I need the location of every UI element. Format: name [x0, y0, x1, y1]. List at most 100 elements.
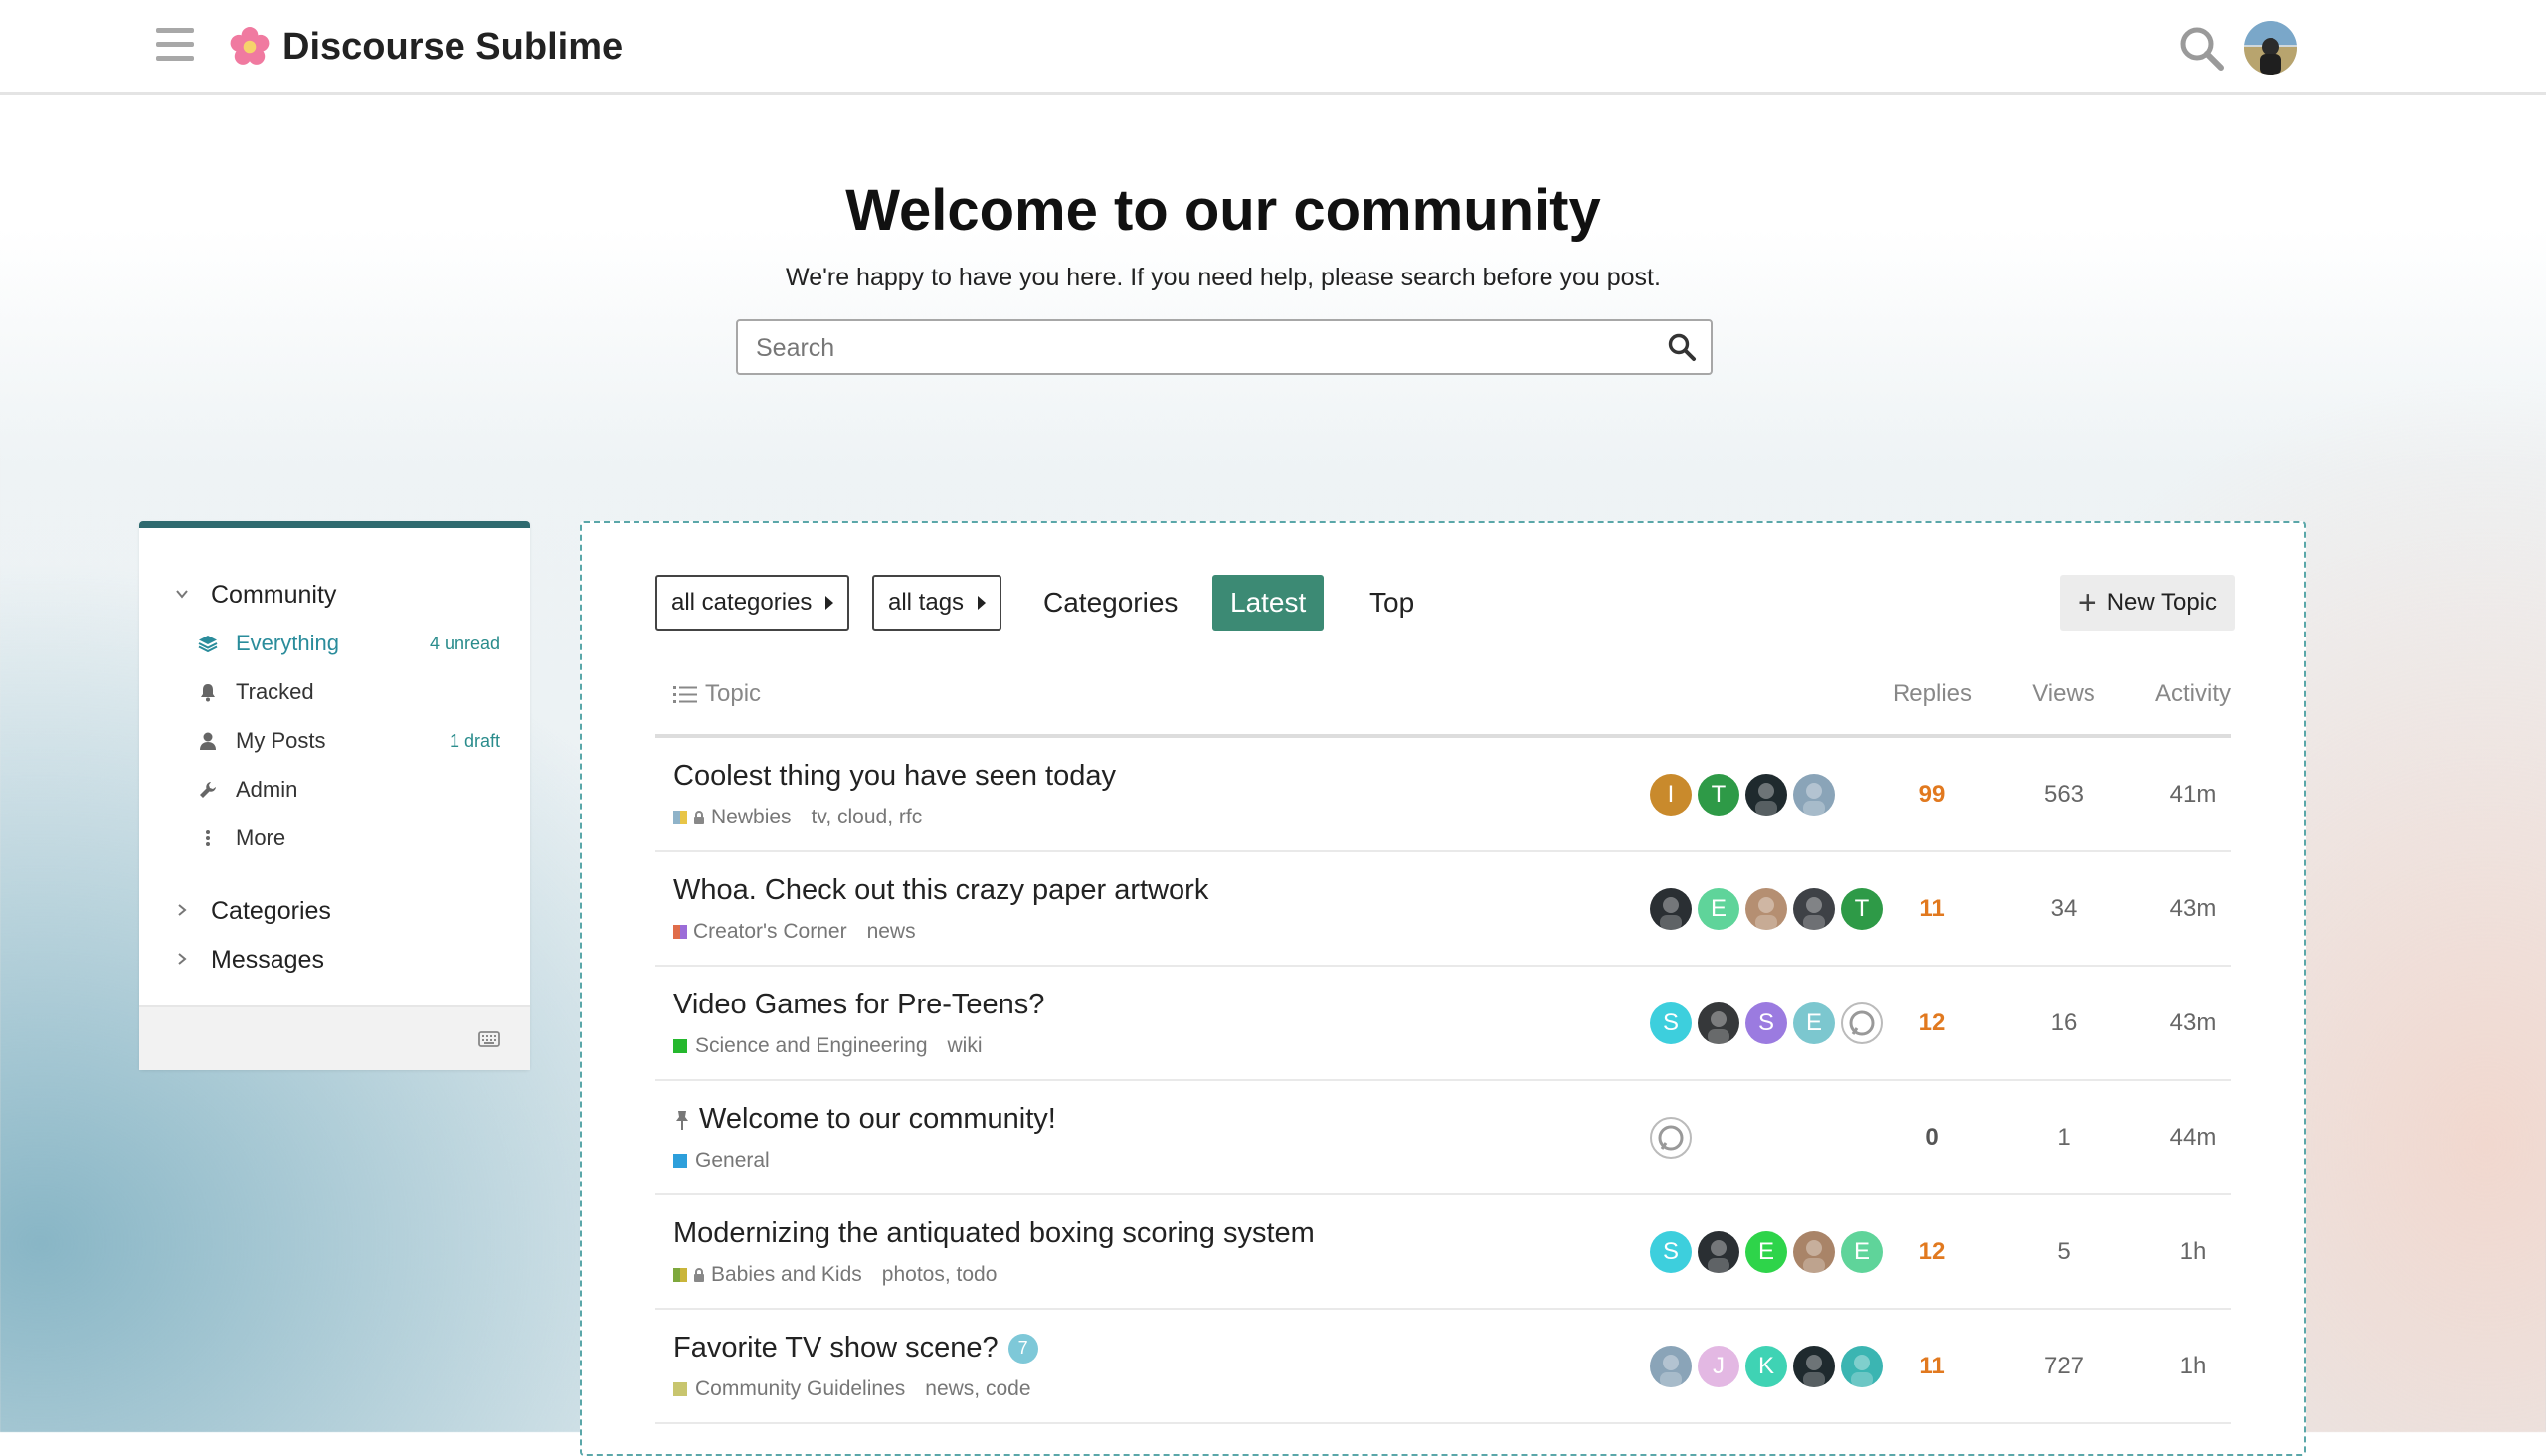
sidebar-section-messages[interactable]: Messages — [139, 938, 530, 982]
poster-avatar[interactable]: J — [1698, 1346, 1739, 1387]
poster-avatar[interactable] — [1793, 1346, 1835, 1387]
tag[interactable]: wiki — [948, 1034, 983, 1057]
new-topic-button[interactable]: + New Topic — [2059, 575, 2235, 631]
tag[interactable]: todo — [957, 1263, 998, 1286]
activity-time[interactable]: 43m — [2123, 967, 2263, 1079]
poster-avatar[interactable]: K — [1745, 1346, 1787, 1387]
tab-categories[interactable]: Categories — [1025, 575, 1195, 631]
poster-avatars: SSE — [1650, 1002, 1889, 1046]
reply-count: 11 — [1919, 1352, 1945, 1379]
site-logo[interactable]: Discourse Sublime — [229, 22, 623, 72]
poster-avatar[interactable] — [1650, 1117, 1692, 1159]
poster-avatar[interactable] — [1841, 1346, 1883, 1387]
poster-avatar[interactable] — [1698, 1002, 1739, 1044]
poster-avatar[interactable] — [1793, 888, 1835, 930]
activity-time[interactable]: 41m — [2123, 738, 2263, 850]
sidebar-item-my-posts[interactable]: My Posts 1 draft — [139, 719, 530, 763]
list-icon — [673, 686, 697, 703]
category-name: Science and Engineering — [695, 1034, 928, 1057]
poster-avatar[interactable]: E — [1841, 1231, 1883, 1273]
tag[interactable]: tv — [812, 806, 826, 828]
category-badge[interactable]: Community Guidelines — [673, 1377, 905, 1401]
unread-count: 4 unread — [429, 633, 500, 653]
poster-avatar[interactable]: S — [1650, 1231, 1692, 1273]
poster-avatars: JK — [1650, 1346, 1889, 1389]
category-badge[interactable]: General — [673, 1149, 770, 1173]
poster-avatar[interactable] — [1841, 1002, 1883, 1044]
tag[interactable]: code — [986, 1377, 1031, 1400]
poster-avatar[interactable]: E — [1745, 1231, 1787, 1273]
hamburger-menu-icon[interactable] — [156, 28, 194, 62]
topic-title-link[interactable]: Whoa. Check out this crazy paper artwork — [673, 874, 1208, 907]
sidebar-item-more[interactable]: More — [139, 817, 530, 860]
column-header-activity[interactable]: Activity — [2123, 674, 2263, 714]
topic-title-link[interactable]: Favorite TV show scene? 7 — [673, 1332, 1038, 1365]
activity-time[interactable]: 43m — [2123, 852, 2263, 965]
category-dropdown[interactable]: all categories — [655, 575, 850, 631]
poster-avatars: IT — [1650, 774, 1841, 818]
activity-time[interactable]: 1h — [2123, 1195, 2263, 1308]
topic-title: Welcome to our community! — [699, 1103, 1056, 1135]
tag-list: news — [867, 920, 916, 944]
topic-title-link[interactable]: Modernizing the antiquated boxing scorin… — [673, 1217, 1315, 1250]
poster-avatar[interactable]: S — [1650, 1002, 1692, 1044]
poster-avatar[interactable] — [1745, 888, 1787, 930]
topic-row: Modernizing the antiquated boxing scorin… — [655, 1195, 2231, 1310]
category-badge[interactable]: Newbies — [673, 806, 792, 829]
tag-dropdown[interactable]: all tags — [872, 575, 1002, 631]
tab-top[interactable]: Top — [1352, 575, 1432, 631]
poster-avatar[interactable]: I — [1650, 774, 1692, 816]
poster-avatar[interactable] — [1698, 1231, 1739, 1273]
sidebar-section-categories[interactable]: Categories — [139, 889, 530, 933]
banner-title: Welcome to our community — [845, 178, 1601, 243]
poster-avatar[interactable]: T — [1698, 774, 1739, 816]
poster-avatar[interactable]: E — [1698, 888, 1739, 930]
topic-title-link[interactable]: Video Games for Pre-Teens? — [673, 989, 1044, 1021]
category-badge[interactable]: Creator's Corner — [673, 920, 847, 944]
plus-icon: + — [2077, 584, 2097, 622]
dropdown-label: all categories — [671, 589, 813, 616]
tag[interactable]: photos — [882, 1263, 945, 1286]
topic-title: Coolest thing you have seen today — [673, 760, 1116, 792]
sidebar-item-admin[interactable]: Admin — [139, 768, 530, 812]
sidebar-section-community[interactable]: Community — [139, 573, 530, 617]
tag[interactable]: cloud — [837, 806, 887, 828]
category-badge[interactable]: Science and Engineering — [673, 1034, 928, 1058]
category-color-icon — [673, 1382, 687, 1396]
poster-avatar[interactable] — [1650, 1346, 1692, 1387]
poster-avatar[interactable]: E — [1793, 1002, 1835, 1044]
caret-right-icon — [978, 596, 987, 610]
category-badge[interactable]: Babies and Kids — [673, 1263, 862, 1287]
topic-meta: Community Guidelines news, code — [673, 1377, 1031, 1401]
search-input[interactable] — [754, 329, 1633, 367]
dropdown-label: all tags — [888, 589, 965, 616]
tab-latest[interactable]: Latest — [1212, 575, 1325, 631]
tag[interactable]: rfc — [899, 806, 922, 828]
sidebar-item-everything[interactable]: Everything 4 unread — [139, 622, 530, 665]
column-header-topic[interactable]: Topic — [673, 674, 761, 714]
column-header-replies[interactable]: Replies — [1883, 674, 1982, 714]
poster-avatar[interactable]: S — [1745, 1002, 1787, 1044]
tag-list: wiki — [948, 1034, 983, 1058]
poster-avatar[interactable] — [1745, 774, 1787, 816]
tag[interactable]: news — [925, 1377, 974, 1400]
user-avatar[interactable] — [2244, 21, 2297, 75]
poster-avatar[interactable] — [1650, 888, 1692, 930]
column-header-views[interactable]: Views — [2014, 674, 2113, 714]
search-icon[interactable] — [2176, 23, 2226, 73]
keyboard-icon[interactable] — [478, 1031, 500, 1047]
sidebar: Community Everything 4 unread Tracked My… — [139, 521, 530, 1070]
poster-avatar[interactable]: T — [1841, 888, 1883, 930]
new-posts-badge[interactable]: 7 — [1007, 1333, 1038, 1364]
user-icon — [200, 732, 216, 750]
sidebar-item-tracked[interactable]: Tracked — [139, 670, 530, 714]
poster-avatar[interactable] — [1793, 1231, 1835, 1273]
topic-title-link[interactable]: Coolest thing you have seen today — [673, 760, 1116, 793]
tag[interactable]: news — [867, 920, 916, 943]
topic-title-link[interactable]: Welcome to our community! — [673, 1103, 1056, 1136]
sidebar-item-label: Admin — [236, 777, 298, 802]
poster-avatar[interactable] — [1793, 774, 1835, 816]
activity-time[interactable]: 44m — [2123, 1081, 2263, 1193]
search-icon[interactable] — [1667, 332, 1697, 362]
activity-time[interactable]: 1h — [2123, 1310, 2263, 1422]
